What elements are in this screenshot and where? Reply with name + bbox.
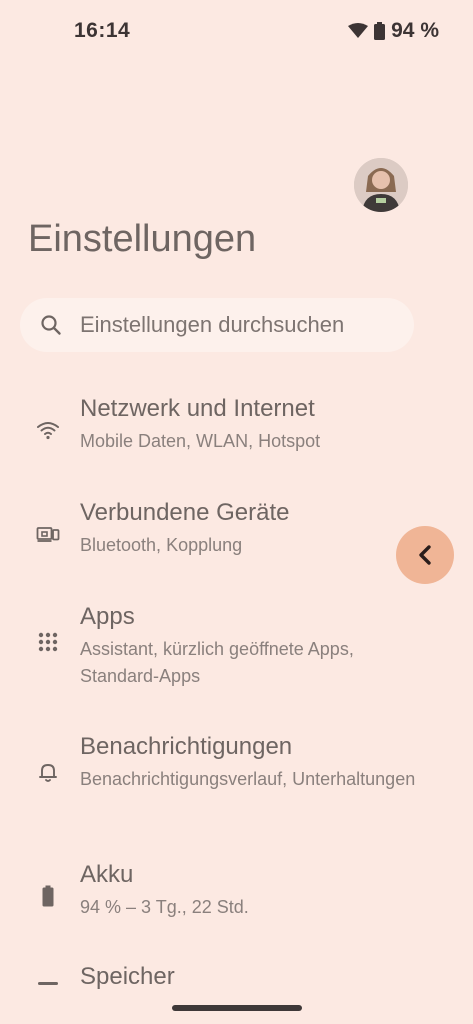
wifi-signal-icon	[348, 23, 369, 39]
settings-item-network[interactable]: Netzwerk und Internet Mobile Daten, WLAN…	[0, 394, 473, 482]
settings-item-text: Benachrichtigungen Benachrichtigungsverl…	[80, 732, 433, 793]
battery-icon	[36, 884, 60, 908]
settings-item-title: Speicher	[80, 963, 175, 990]
wifi-icon	[36, 418, 60, 442]
settings-item-title: Verbundene Geräte	[80, 499, 290, 526]
settings-item-apps[interactable]: Apps Assistant, kürzlich geöffnete Apps,…	[0, 602, 473, 712]
settings-item-text: Netzwerk und Internet Mobile Daten, WLAN…	[80, 394, 433, 455]
back-gesture-button[interactable]	[396, 526, 454, 584]
settings-item-storage[interactable]: Speicher	[0, 962, 473, 1002]
status-icons: 94 %	[348, 19, 439, 43]
chevron-left-icon	[419, 545, 431, 565]
settings-item-text: Verbundene Geräte Bluetooth, Kopplung	[80, 498, 433, 559]
status-bar: 16:14 94 %	[0, 0, 473, 62]
settings-item-subtitle: Assistant, kürzlich geöffnete Apps, Stan…	[80, 639, 354, 686]
avatar[interactable]	[354, 158, 408, 212]
battery-status-icon	[374, 22, 386, 40]
search-input[interactable]	[80, 312, 400, 338]
settings-item-subtitle: Bluetooth, Kopplung	[80, 535, 243, 555]
apps-grid-icon	[36, 630, 60, 654]
settings-item-title: Benachrichtigungen	[80, 733, 293, 760]
bell-icon	[36, 760, 60, 784]
search-bar[interactable]	[20, 298, 414, 352]
settings-item-text: Akku 94 % – 3 Tg., 22 Std.	[80, 860, 433, 921]
gesture-nav-handle[interactable]	[172, 1005, 302, 1011]
settings-item-title: Apps	[80, 603, 135, 630]
settings-item-battery[interactable]: Akku 94 % – 3 Tg., 22 Std.	[0, 860, 473, 948]
status-time: 16:14	[74, 19, 131, 42]
settings-item-notifications[interactable]: Benachrichtigungen Benachrichtigungsverl…	[0, 732, 473, 842]
settings-item-subtitle: 94 % – 3 Tg., 22 Std.	[80, 897, 249, 917]
settings-item-subtitle: Mobile Daten, WLAN, Hotspot	[80, 431, 321, 451]
settings-item-subtitle: Benachrichtigungsverlauf, Unterhaltungen	[80, 769, 416, 789]
page-title: Einstellungen	[28, 218, 257, 260]
search-icon	[40, 314, 62, 336]
settings-item-text: Speicher	[80, 962, 433, 992]
devices-icon	[36, 522, 60, 546]
settings-item-text: Apps Assistant, kürzlich geöffnete Apps,…	[80, 602, 433, 690]
storage-icon	[38, 982, 58, 985]
settings-item-title: Akku	[80, 861, 134, 888]
settings-item-title: Netzwerk und Internet	[80, 395, 315, 422]
battery-percent: 94 %	[391, 19, 439, 42]
